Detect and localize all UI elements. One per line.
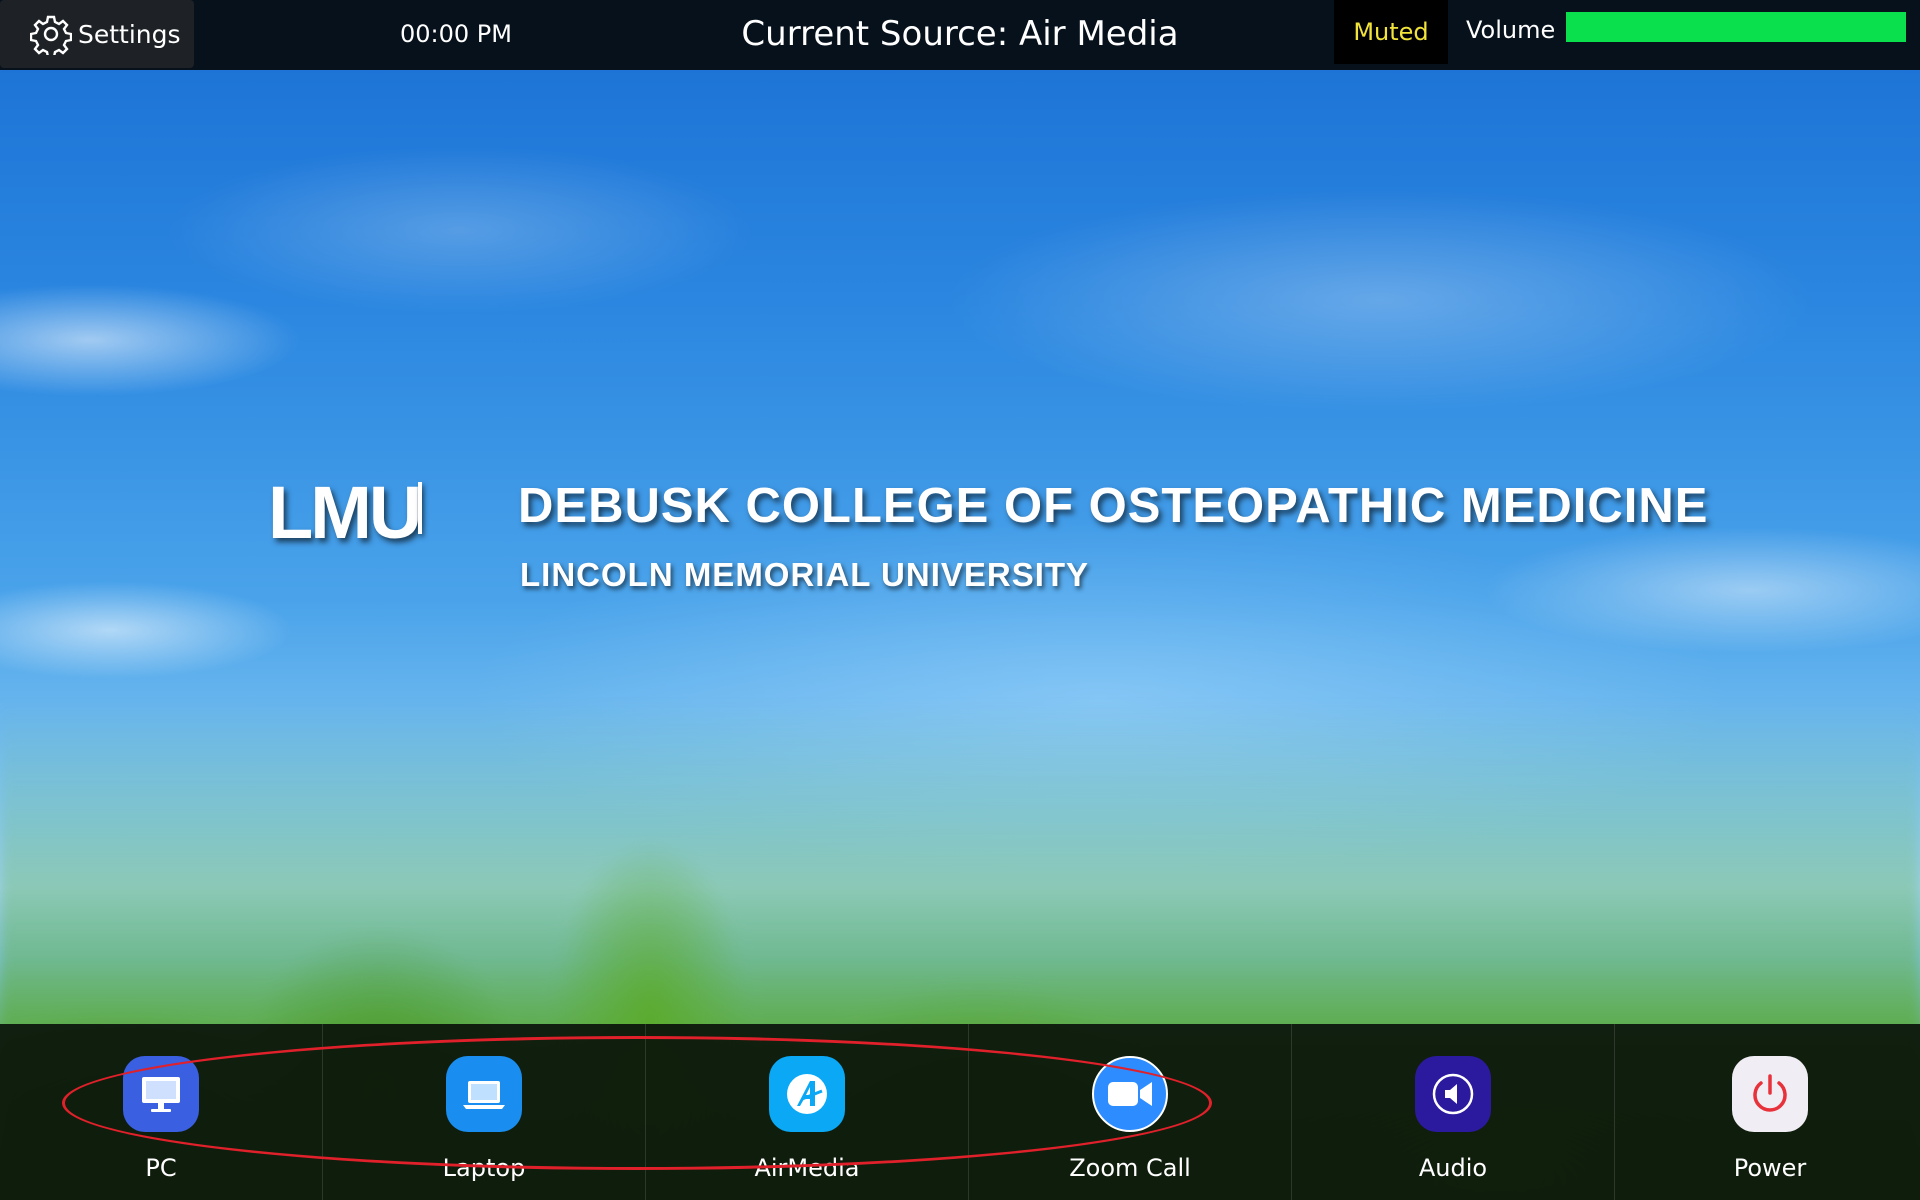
college-name: DEBUSK COLLEGE OF OSTEOPATHIC MEDICINE <box>518 479 1709 533</box>
dock-label: Power <box>1733 1154 1807 1182</box>
dock-label: Zoom Call <box>1069 1154 1191 1182</box>
lmu-logo: LMU <box>268 471 422 554</box>
logo-divider <box>418 482 422 534</box>
airmedia-icon <box>769 1056 845 1132</box>
power-button[interactable]: Power <box>1615 1024 1920 1200</box>
current-source-title: Current Source: Air Media <box>741 14 1179 54</box>
dock-label: AirMedia <box>754 1154 860 1182</box>
source-button-airmedia[interactable]: AirMedia <box>646 1024 969 1200</box>
clock: 00:00 PM <box>400 20 512 48</box>
source-button-pc[interactable]: PC <box>0 1024 323 1200</box>
settings-label: Settings <box>78 19 181 49</box>
source-button-zoom-call[interactable]: Zoom Call <box>969 1024 1292 1200</box>
volume-fill <box>1566 12 1906 42</box>
dock-label: Audio <box>1418 1154 1488 1182</box>
source-dock: PC Laptop AirMedia Zoom Call Audio Power <box>0 1024 1920 1200</box>
mute-button[interactable]: Muted <box>1334 0 1448 64</box>
dock-label: PC <box>145 1154 177 1182</box>
volume-label: Volume <box>1466 16 1556 44</box>
monitor-icon <box>123 1056 199 1132</box>
settings-button[interactable]: Settings <box>0 0 194 68</box>
power-icon <box>1732 1056 1808 1132</box>
speaker-icon <box>1415 1056 1491 1132</box>
gear-icon <box>30 15 72 55</box>
top-bar: Settings 00:00 PM Current Source: Air Me… <box>0 0 1920 70</box>
volume-slider[interactable] <box>1566 12 1906 42</box>
video-camera-icon <box>1092 1056 1168 1132</box>
source-button-laptop[interactable]: Laptop <box>323 1024 646 1200</box>
muted-label: Muted <box>1353 18 1429 46</box>
audio-button[interactable]: Audio <box>1292 1024 1615 1200</box>
dock-label: Laptop <box>442 1154 526 1182</box>
laptop-icon <box>446 1056 522 1132</box>
university-name: LINCOLN MEMORIAL UNIVERSITY <box>520 556 1090 593</box>
